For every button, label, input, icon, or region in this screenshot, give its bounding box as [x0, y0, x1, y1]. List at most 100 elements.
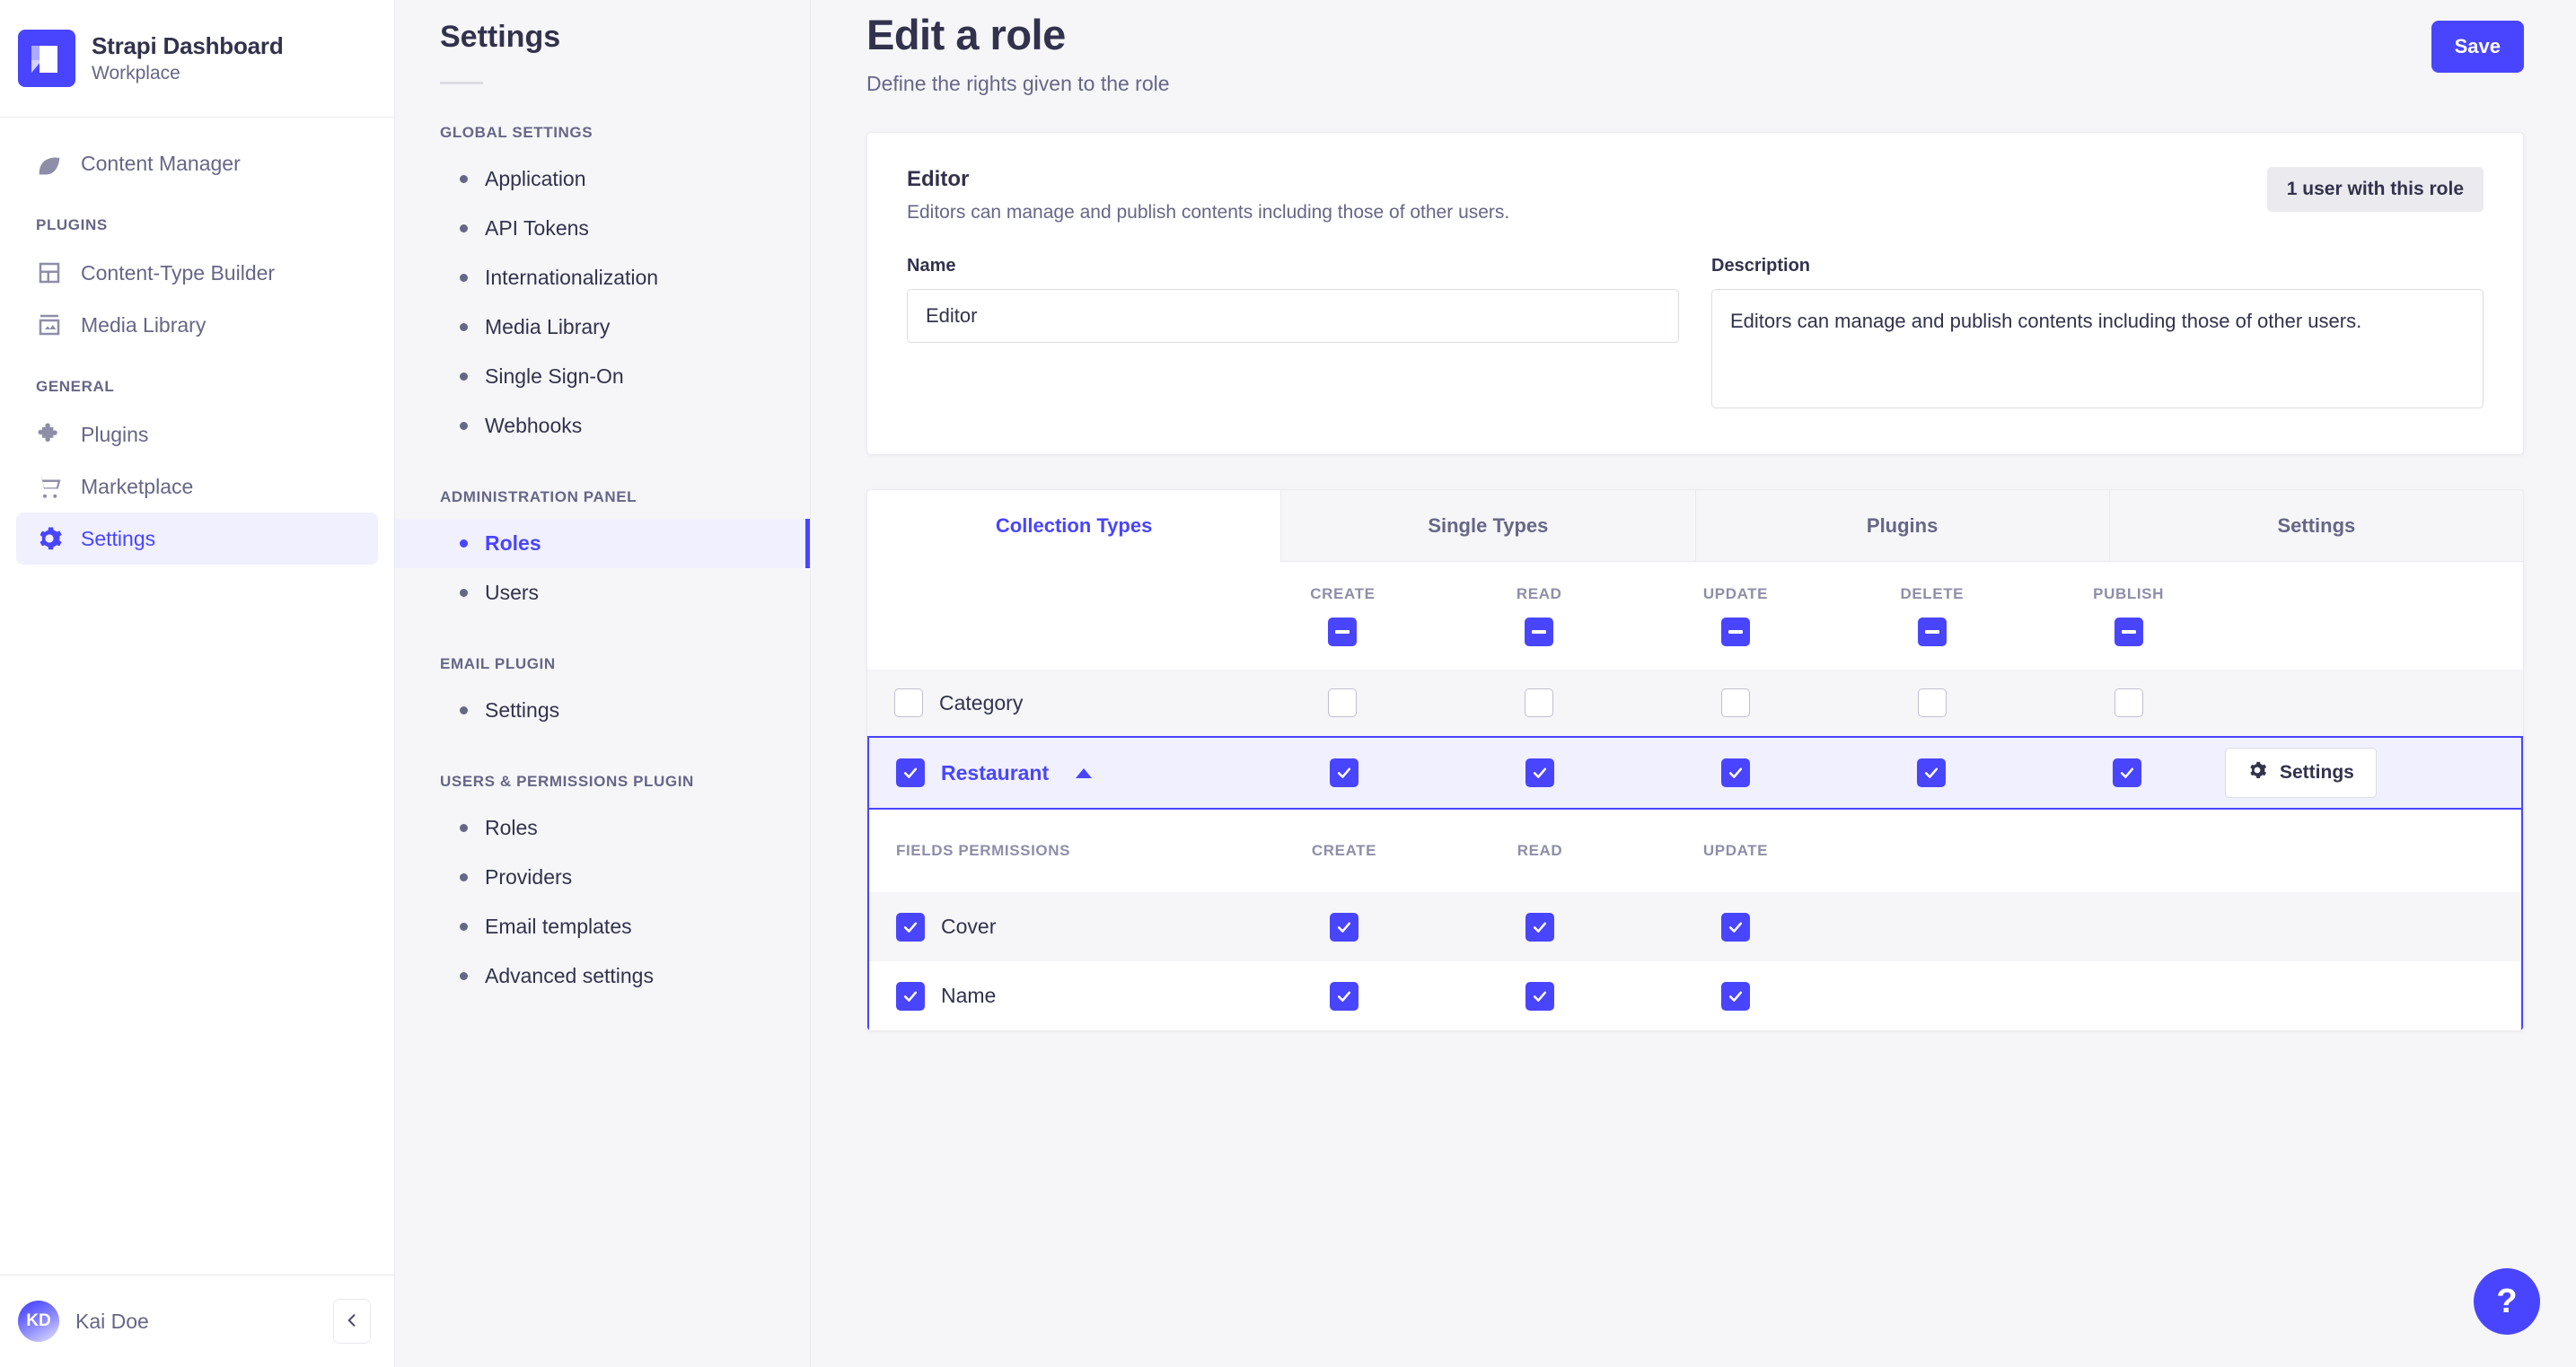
description-field-group: Description: [1711, 256, 2484, 413]
field-checkbox-cover[interactable]: [896, 912, 925, 942]
subnav-item-label: Application: [485, 167, 586, 190]
main-sidebar: Strapi Dashboard Workplace Content Manag…: [0, 0, 395, 1367]
header-checkbox-delete[interactable]: [1917, 618, 1947, 647]
row-name-cell: Restaurant: [869, 758, 1246, 788]
subnav-item-roles-admin[interactable]: Roles: [395, 519, 810, 568]
bullet-icon: [460, 873, 468, 881]
fields-permissions-header: FIELDS PERMISSIONS CREATE READ UPDATE: [867, 810, 2523, 893]
header-checkbox-update[interactable]: [1720, 618, 1750, 647]
subnav-group-label: USERS & PERMISSIONS PLUGIN: [440, 773, 694, 790]
checkbox-category-delete[interactable]: [1917, 688, 1947, 718]
row-name-cell: Category: [867, 688, 1244, 718]
role-fields-row: Name Description: [907, 256, 2484, 413]
name-input[interactable]: [907, 289, 1679, 344]
header-checkbox-create[interactable]: [1328, 618, 1358, 647]
field-name-cell: Cover: [869, 912, 1246, 942]
content-area: Editor Editors can manage and publish co…: [811, 132, 2576, 1032]
tab-single-types[interactable]: Single Types: [1281, 490, 1696, 563]
description-textarea[interactable]: [1711, 289, 2484, 409]
restaurant-settings-button[interactable]: Settings: [2225, 748, 2377, 799]
bullet-icon: [460, 372, 468, 381]
checkbox-category-create[interactable]: [1328, 688, 1358, 718]
layout-icon: [34, 258, 65, 288]
checkbox-restaurant-publish[interactable]: [2113, 758, 2141, 788]
sidebar-item-marketplace[interactable]: Marketplace: [16, 460, 378, 513]
subnav-item-roles-up[interactable]: Roles: [395, 803, 810, 853]
column-label-update: UPDATE: [1702, 585, 1769, 603]
checkbox-category-update[interactable]: [1720, 688, 1750, 718]
checkbox-restaurant-update[interactable]: [1721, 758, 1750, 788]
checkbox-cover-read[interactable]: [1525, 912, 1554, 942]
sidebar-item-plugins[interactable]: Plugins: [16, 408, 378, 460]
checkbox-cover-create[interactable]: [1330, 912, 1358, 942]
subnav-item-label: Roles: [485, 816, 538, 839]
subnav-item-webhooks[interactable]: Webhooks: [395, 401, 810, 451]
checkbox-cover-update[interactable]: [1721, 912, 1750, 942]
field-name-cell: Name: [869, 981, 1246, 1011]
gear-icon: [2247, 760, 2267, 785]
subnav-item-label: Email templates: [485, 915, 632, 938]
field-checkbox-name[interactable]: [896, 981, 925, 1011]
checkbox-restaurant-create[interactable]: [1330, 758, 1358, 788]
page-subtitle: Define the rights given to the role: [866, 72, 1170, 96]
table-row-restaurant[interactable]: Restaurant Settings: [867, 736, 2523, 811]
sidebar-item-label: Content Manager: [81, 151, 241, 175]
table-row-category[interactable]: Category: [867, 670, 2523, 737]
subnav-item-api-tokens[interactable]: API Tokens: [395, 204, 810, 253]
subnav-item-providers[interactable]: Providers: [395, 853, 810, 902]
field-row-name[interactable]: Name: [867, 961, 2523, 1031]
subnav-item-users[interactable]: Users: [395, 568, 810, 618]
permissions-tabs: Collection Types Single Types Plugins Se…: [867, 490, 2523, 563]
settings-subnav: Settings GLOBAL SETTINGS Application API…: [395, 0, 811, 1367]
brand-header[interactable]: Strapi Dashboard Workplace: [0, 0, 394, 118]
permissions-header-delete: DELETE: [1833, 585, 2030, 647]
sidebar-item-content-manager[interactable]: Content Manager: [16, 137, 378, 189]
checkbox-category-publish[interactable]: [2114, 688, 2143, 718]
subnav-item-email-templates[interactable]: Email templates: [395, 902, 810, 951]
checkbox-restaurant-delete[interactable]: [1917, 758, 1946, 788]
column-label-delete: DELETE: [1900, 585, 1965, 603]
tab-plugins[interactable]: Plugins: [1695, 490, 2110, 563]
sidebar-item-content-type-builder[interactable]: Content-Type Builder: [16, 247, 378, 299]
subnav-item-single-sign-on[interactable]: Single Sign-On: [395, 352, 810, 401]
bullet-icon: [460, 274, 468, 282]
role-name-heading: Editor: [907, 167, 970, 192]
row-checkbox-category[interactable]: [894, 688, 923, 718]
sidebar-nav: Content Manager PLUGINS Content-Type Bui…: [0, 118, 394, 1275]
row-checkbox-restaurant[interactable]: [896, 758, 925, 788]
bullet-icon: [460, 589, 468, 597]
tab-settings[interactable]: Settings: [2109, 490, 2523, 563]
bullet-icon: [460, 923, 468, 931]
subnav-group-label: ADMINISTRATION PANEL: [440, 488, 637, 505]
header-checkbox-read[interactable]: [1525, 618, 1554, 647]
subnav-item-application[interactable]: Application: [395, 154, 810, 204]
chevron-up-icon[interactable]: [1076, 767, 1093, 778]
avatar[interactable]: KD: [18, 1301, 59, 1342]
page-header: Edit a role Define the rights given to t…: [811, 0, 2576, 96]
field-row-cover[interactable]: Cover: [867, 892, 2523, 962]
sidebar-item-settings[interactable]: Settings: [16, 513, 378, 565]
subnav-item-advanced-settings[interactable]: Advanced settings: [395, 951, 810, 1001]
checkbox-name-create[interactable]: [1330, 981, 1358, 1011]
sidebar-item-label: Plugins: [81, 422, 149, 446]
checkbox-restaurant-read[interactable]: [1525, 758, 1554, 788]
sidebar-item-media-library[interactable]: Media Library: [16, 299, 378, 351]
subnav-item-internationalization[interactable]: Internationalization: [395, 253, 810, 302]
checkbox-name-update[interactable]: [1721, 981, 1750, 1011]
tab-collection-types[interactable]: Collection Types: [867, 490, 1282, 563]
main-content: Edit a role Define the rights given to t…: [811, 0, 2576, 1367]
header-checkbox-publish[interactable]: [2114, 618, 2143, 647]
checkbox-name-read[interactable]: [1525, 981, 1554, 1011]
fields-column-read: READ: [1517, 842, 1563, 860]
subnav-group-label: EMAIL PLUGIN: [440, 655, 556, 672]
checkbox-category-read[interactable]: [1525, 688, 1554, 718]
bullet-icon: [460, 224, 468, 232]
subnav-item-email-settings[interactable]: Settings: [395, 686, 810, 735]
sidebar-footer: KD Kai Doe: [0, 1275, 394, 1367]
help-button[interactable]: ?: [2474, 1268, 2540, 1335]
save-button[interactable]: Save: [2431, 21, 2524, 73]
cell-category-update: [1638, 688, 1834, 718]
subnav-item-media-library[interactable]: Media Library: [395, 302, 810, 352]
strapi-logo-icon: [18, 30, 75, 87]
sidebar-collapse-button[interactable]: [333, 1299, 371, 1344]
